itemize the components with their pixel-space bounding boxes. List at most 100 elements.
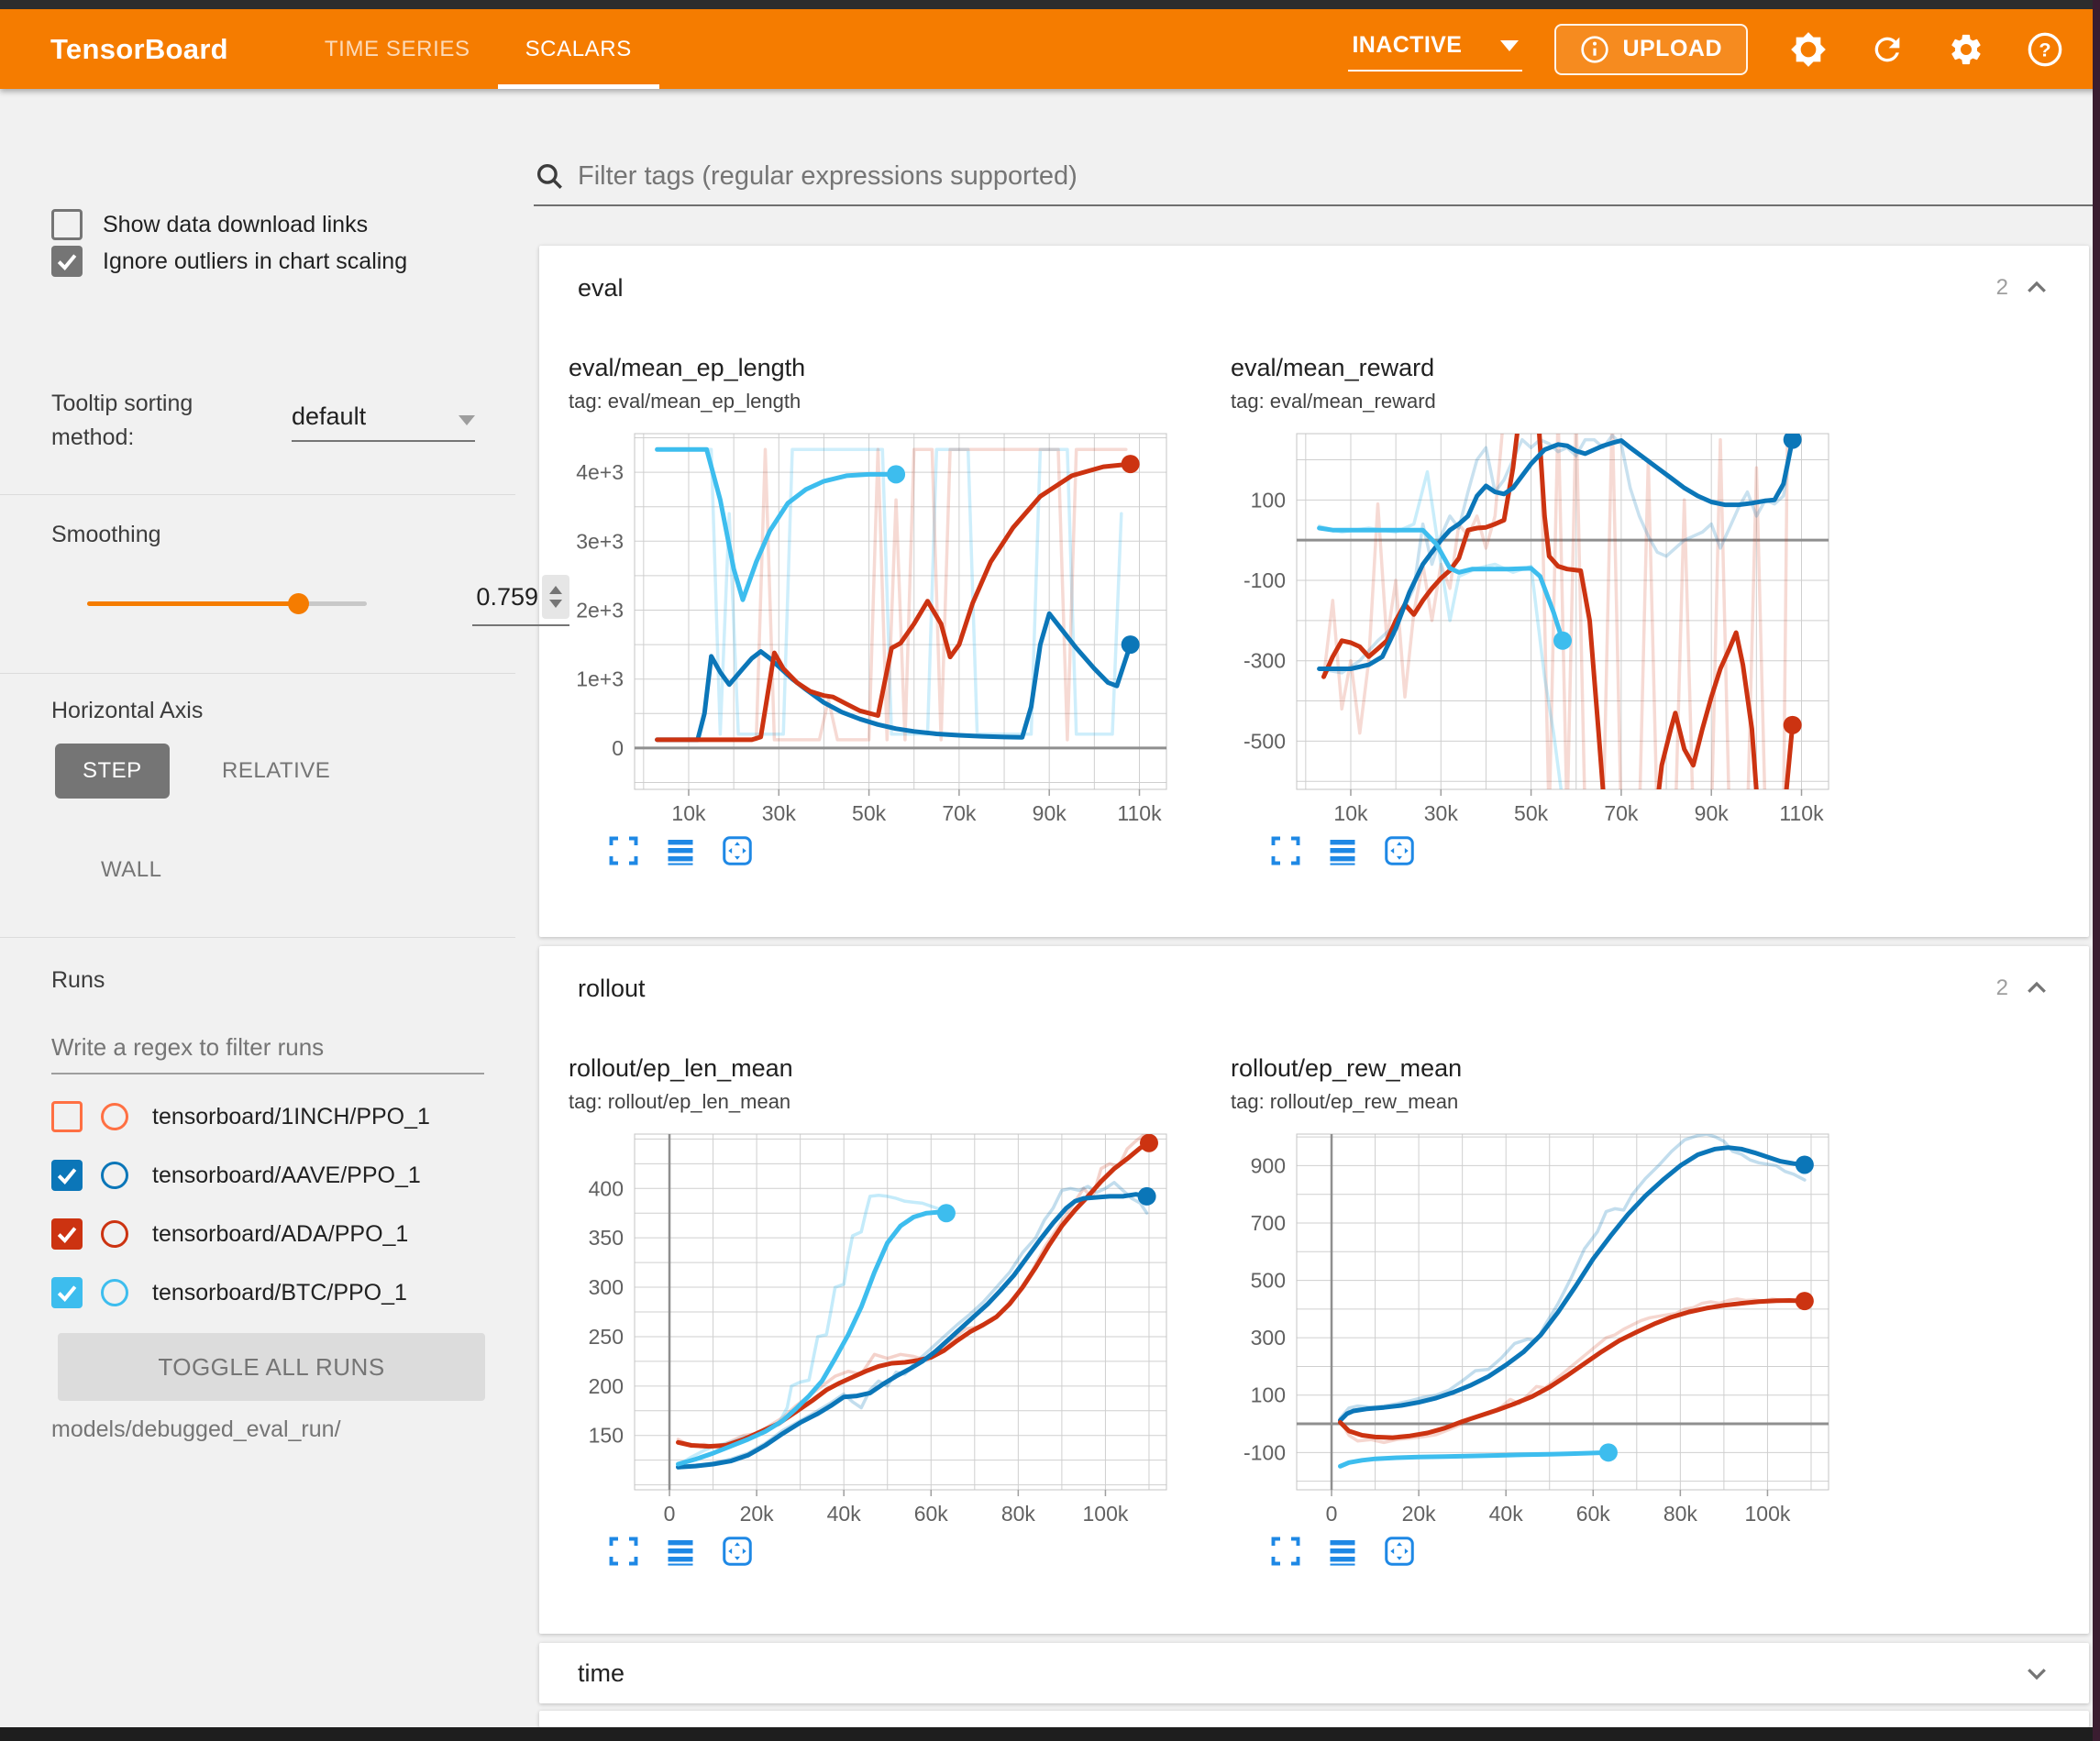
run-row-BTC[interactable]: tensorboard/BTC/PPO_1 (51, 1271, 407, 1315)
chart-plot[interactable]: 020k40k60k80k100k150200250300350400 (569, 1125, 1174, 1533)
chevron-down-icon[interactable] (2023, 1659, 2050, 1687)
fit-domain-icon[interactable] (1383, 1535, 1416, 1568)
checkbox-label: Show data download links (103, 212, 368, 238)
charts-row-eval: eval/mean_ep_lengthtag: eval/mean_ep_len… (539, 330, 2089, 867)
runs-filter-input[interactable]: Write a regex to filter runs (51, 1033, 484, 1074)
x-tick-label: 70k (942, 801, 977, 825)
axis-step-button[interactable]: STEP (55, 744, 170, 799)
checkbox-unchecked[interactable] (51, 209, 83, 240)
x-tick-label: 20k (740, 1502, 775, 1526)
brightness-icon[interactable] (1790, 31, 1827, 68)
x-tick-label: 60k (1576, 1502, 1611, 1526)
series-line (1341, 1301, 1805, 1438)
chart-title: eval/mean_reward (1231, 354, 1893, 382)
run-name: tensorboard/1INCH/PPO_1 (152, 1104, 430, 1130)
maximize-card-icon[interactable] (1269, 1535, 1302, 1568)
refresh-icon[interactable] (1869, 31, 1906, 68)
y-tick-label: 300 (589, 1275, 624, 1299)
run-checkbox-checked[interactable] (51, 1277, 83, 1308)
checkbox-label: Ignore outliers in chart scaling (103, 248, 407, 275)
series-line (1341, 1452, 1608, 1466)
run-checkbox-unchecked[interactable] (51, 1101, 83, 1132)
run-checkbox-checked[interactable] (51, 1218, 83, 1250)
chart-card-rollout-ep-rew-mean: rollout/ep_rew_meantag: rollout/ep_rew_m… (1231, 1030, 1893, 1568)
spinner-up-icon[interactable] (549, 586, 562, 594)
fit-domain-icon[interactable] (721, 1535, 754, 1568)
y-tick-label: 4e+3 (576, 460, 624, 484)
x-tick-label: 80k (1001, 1502, 1036, 1526)
x-tick-label: 20k (1402, 1502, 1437, 1526)
tooltip-sorting-select[interactable]: default (292, 402, 475, 442)
chevron-down-icon (1500, 40, 1519, 51)
series-end-dot (1140, 1134, 1158, 1152)
series-end-dot (1122, 455, 1140, 473)
y-tick-label: -100 (1243, 1440, 1286, 1464)
status-dropdown[interactable]: INACTIVE (1348, 27, 1522, 72)
chevron-up-icon[interactable] (2023, 975, 2050, 1002)
axis-wall-button[interactable]: WALL (73, 843, 189, 898)
show-download-links-row[interactable]: Show data download links (51, 209, 368, 240)
run-color-circle[interactable] (101, 1220, 128, 1248)
x-tick-label: 30k (1424, 801, 1459, 825)
y-tick-label: 100 (1251, 1383, 1286, 1407)
data-lines-icon[interactable] (664, 834, 697, 867)
maximize-card-icon[interactable] (607, 1535, 640, 1568)
data-lines-icon[interactable] (1326, 1535, 1359, 1568)
maximize-card-icon[interactable] (607, 834, 640, 867)
data-lines-icon[interactable] (1326, 834, 1359, 867)
tag-filter-input[interactable]: Filter tags (regular expressions support… (534, 160, 2100, 206)
series-line (679, 1195, 1147, 1468)
upload-button[interactable]: UPLOAD (1554, 24, 1748, 75)
run-color-circle[interactable] (101, 1279, 128, 1306)
y-tick-label: -300 (1243, 649, 1286, 673)
divider (0, 673, 515, 674)
chevron-up-icon[interactable] (2023, 274, 2050, 302)
y-tick-label: 1e+3 (576, 667, 624, 691)
section-header-eval[interactable]: eval 2 (539, 246, 2089, 330)
slider-thumb[interactable] (288, 593, 309, 614)
help-icon[interactable]: ? (2027, 31, 2063, 68)
fit-domain-icon[interactable] (1383, 834, 1416, 867)
tab-scalars[interactable]: SCALARS (498, 9, 659, 89)
spinner-down-icon[interactable] (549, 600, 562, 608)
run-row-1INCH[interactable]: tensorboard/1INCH/PPO_1 (51, 1095, 430, 1139)
divider (0, 494, 515, 495)
series-end-dot (1796, 1155, 1814, 1174)
app-header: TensorBoard TIME SERIES SCALARS INACTIVE… (0, 9, 2100, 89)
section-header-rollout[interactable]: rollout 2 (539, 946, 2089, 1030)
axis-relative-button[interactable]: RELATIVE (194, 744, 358, 799)
y-tick-label: 3e+3 (576, 529, 624, 553)
run-color-circle[interactable] (101, 1162, 128, 1189)
run-checkbox-checked[interactable] (51, 1160, 83, 1191)
smoothing-value-box[interactable]: 0.759 (472, 575, 569, 626)
series-line (1341, 1148, 1805, 1421)
slider-fill (87, 601, 298, 606)
run-color-circle[interactable] (101, 1103, 128, 1130)
settings-gear-icon[interactable] (1948, 31, 1984, 68)
section-header-time[interactable]: time (539, 1643, 2089, 1703)
chart-plot[interactable]: 020k40k60k80k100k-100100300500700900 (1231, 1125, 1836, 1533)
maximize-card-icon[interactable] (1269, 834, 1302, 867)
number-spinner[interactable] (542, 575, 569, 619)
run-name: tensorboard/BTC/PPO_1 (152, 1280, 407, 1306)
ignore-outliers-row[interactable]: Ignore outliers in chart scaling (51, 246, 407, 277)
section-card-partial (539, 1711, 2089, 1727)
chart-card-eval-mean-reward: eval/mean_rewardtag: eval/mean_reward10k… (1231, 330, 1893, 867)
slider-track[interactable] (87, 601, 367, 606)
tooltip-sorting-value: default (292, 402, 366, 431)
x-tick-label: 70k (1604, 801, 1639, 825)
fit-domain-icon[interactable] (721, 834, 754, 867)
smoothing-slider[interactable]: 0.759 (87, 590, 472, 617)
checkbox-checked[interactable] (51, 246, 83, 277)
x-tick-label: 40k (827, 1502, 862, 1526)
data-lines-icon[interactable] (664, 1535, 697, 1568)
run-row-AAVE[interactable]: tensorboard/AAVE/PPO_1 (51, 1153, 421, 1197)
toggle-all-runs-button[interactable]: TOGGLE ALL RUNS (58, 1333, 485, 1401)
chart-plot[interactable]: 10k30k50k70k90k110k100-100-300-500 (1231, 424, 1836, 832)
run-row-ADA[interactable]: tensorboard/ADA/PPO_1 (51, 1212, 408, 1256)
runs-label: Runs (51, 967, 105, 994)
chart-plot[interactable]: 10k30k50k70k90k110k01e+32e+33e+34e+3 (569, 424, 1174, 832)
series-end-dot (1784, 716, 1802, 734)
tab-time-series[interactable]: TIME SERIES (297, 9, 498, 89)
section-count: 2 (1996, 275, 2008, 301)
